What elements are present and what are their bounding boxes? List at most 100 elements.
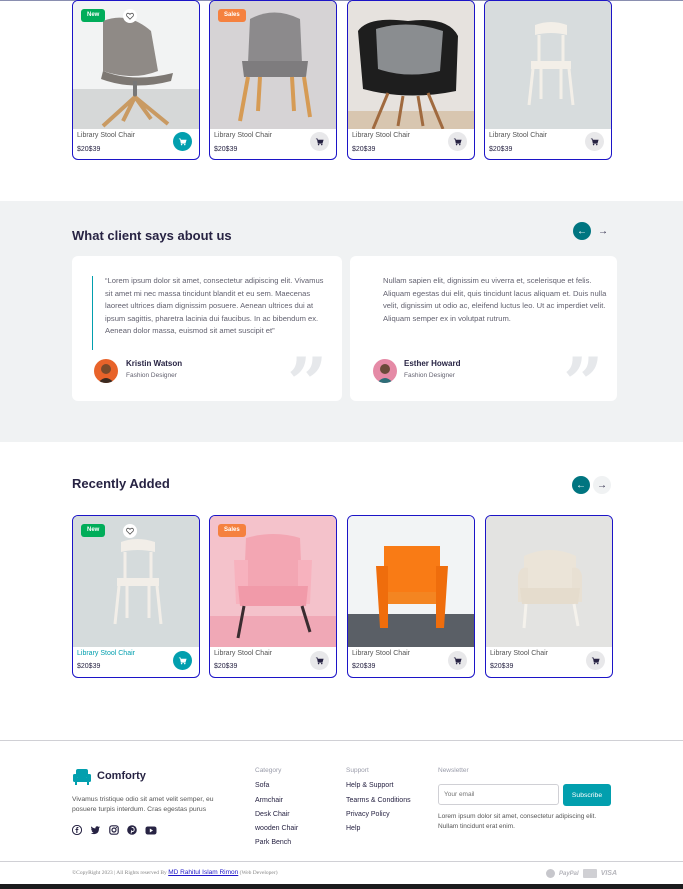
- product-image[interactable]: [486, 516, 612, 647]
- social-links: [72, 825, 157, 835]
- testimonial-role: Fashion Designer: [404, 372, 455, 379]
- new-badge: New: [81, 524, 106, 537]
- product-price: $20$39: [489, 146, 513, 153]
- cart-icon: [178, 138, 187, 146]
- paypal-icon: [546, 869, 555, 878]
- quote-mark-icon: ”: [287, 342, 328, 425]
- cart-icon: [453, 657, 462, 665]
- product-card[interactable]: Library Stool Chair $20$39: [484, 0, 612, 160]
- product-price: $20$39: [77, 663, 101, 670]
- product-name[interactable]: Library Stool Chair: [214, 132, 272, 139]
- product-price: $20$39: [214, 663, 238, 670]
- product-name[interactable]: Library Stool Chair: [77, 650, 135, 657]
- product-card[interactable]: Sales Library Stool Chair $20$39: [209, 0, 337, 160]
- sale-badge: Sales: [218, 9, 246, 22]
- arrow-right-icon: →: [597, 479, 607, 491]
- cart-icon: [315, 138, 324, 146]
- category-link[interactable]: Desk Chair: [255, 811, 290, 818]
- product-card[interactable]: Sales Library Stool Chair $20$39: [209, 515, 337, 678]
- testimonial-role: Fashion Designer: [126, 372, 177, 379]
- product-name[interactable]: Library Stool Chair: [490, 650, 548, 657]
- cart-button[interactable]: [586, 651, 605, 670]
- cart-icon: [590, 138, 599, 146]
- cart-icon: [315, 657, 324, 665]
- cart-button[interactable]: [310, 651, 329, 670]
- heart-icon[interactable]: [123, 9, 137, 23]
- product-price: $20$39: [352, 663, 376, 670]
- cart-icon: [178, 657, 187, 665]
- facebook-icon[interactable]: [72, 825, 82, 835]
- category-label: Category: [255, 767, 282, 774]
- prev-arrow-button[interactable]: ←: [572, 476, 590, 494]
- avatar: [94, 359, 118, 383]
- cart-button[interactable]: [173, 132, 192, 151]
- bottom-divider: [0, 861, 683, 862]
- heart-icon[interactable]: [123, 524, 137, 538]
- twitter-icon[interactable]: [90, 825, 101, 835]
- cart-button[interactable]: [173, 651, 192, 670]
- product-name[interactable]: Library Stool Chair: [489, 132, 547, 139]
- product-name[interactable]: Library Stool Chair: [214, 650, 272, 657]
- arrow-left-icon: ←: [577, 225, 587, 237]
- support-link[interactable]: Privacy Policy: [346, 811, 390, 818]
- product-price: $20$39: [214, 146, 238, 153]
- card-icon: [582, 869, 597, 878]
- recent-title: Recently Added: [72, 476, 170, 491]
- category-link[interactable]: Sofa: [255, 782, 269, 789]
- arrow-right-icon: →: [598, 225, 608, 237]
- cart-button[interactable]: [310, 132, 329, 151]
- newsletter-label: Newsletter: [438, 767, 469, 774]
- cart-button[interactable]: [585, 132, 604, 151]
- avatar: [373, 359, 397, 383]
- product-card[interactable]: Library Stool Chair $20$39: [347, 515, 475, 678]
- arrow-left-icon: ←: [576, 479, 586, 491]
- cart-button[interactable]: [448, 132, 467, 151]
- visa-label: VISA: [600, 870, 618, 877]
- footer-divider: [0, 740, 683, 741]
- testimonial-name: Esther Howard: [404, 359, 461, 368]
- author-link[interactable]: MD Rahitul Islam Rimon: [168, 869, 238, 876]
- product-name[interactable]: Library Stool Chair: [352, 650, 410, 657]
- product-price: $20$39: [77, 146, 101, 153]
- quote-mark-icon: ”: [563, 342, 604, 425]
- product-card[interactable]: New Library Stool Chair $20$39: [72, 0, 200, 160]
- product-card[interactable]: Library Stool Chair $20$39: [347, 0, 475, 160]
- product-price: $20$39: [352, 146, 376, 153]
- support-link[interactable]: Tearms & Conditions: [346, 797, 411, 804]
- brand-name[interactable]: Comforty: [97, 770, 146, 782]
- prev-arrow-button[interactable]: ←: [573, 222, 591, 240]
- cart-button[interactable]: [448, 651, 467, 670]
- next-arrow-button[interactable]: →: [593, 476, 611, 494]
- product-image[interactable]: [348, 516, 474, 647]
- product-name[interactable]: Library Stool Chair: [352, 132, 410, 139]
- product-image[interactable]: [485, 1, 611, 129]
- subscribe-button[interactable]: Subscribe: [563, 784, 611, 806]
- product-card[interactable]: New Library Stool Chair $20$39: [72, 515, 200, 678]
- support-link[interactable]: Help & Support: [346, 782, 393, 789]
- testimonial-name: Kristin Watson: [126, 359, 183, 368]
- product-name[interactable]: Library Stool Chair: [77, 132, 135, 139]
- product-price: $20$39: [490, 663, 514, 670]
- copyright-suffix: (Web Developer): [239, 870, 278, 876]
- testimonial-quote: Nullam sapien elit, dignissim eu viverra…: [383, 276, 607, 323]
- quote-bar: [92, 276, 93, 350]
- testimonial-quote: “Lorem ipsum dolor sit amet, consectetur…: [105, 276, 324, 335]
- bottom-bar: [0, 884, 683, 889]
- newsletter-text: Lorem ipsum dolor sit amet, consectetur …: [438, 813, 597, 830]
- next-arrow-button[interactable]: →: [594, 222, 612, 240]
- support-link[interactable]: Help: [346, 825, 360, 832]
- sale-badge: Sales: [218, 524, 246, 537]
- product-card[interactable]: Library Stool Chair $20$39: [485, 515, 613, 678]
- pinterest-icon[interactable]: [127, 825, 137, 835]
- category-link[interactable]: Park Bench: [255, 839, 291, 846]
- cart-icon: [591, 657, 600, 665]
- footer-description: Vivamus tristique odio sit amet velit se…: [72, 796, 214, 813]
- product-image[interactable]: [348, 1, 474, 129]
- instagram-icon[interactable]: [109, 825, 119, 835]
- category-link[interactable]: wooden Chair: [255, 825, 298, 832]
- email-input[interactable]: [438, 784, 559, 805]
- paypal-label: PayPal: [559, 870, 579, 877]
- sofa-logo-icon[interactable]: [72, 768, 92, 786]
- youtube-icon[interactable]: [145, 826, 157, 835]
- category-link[interactable]: Armchair: [255, 797, 283, 804]
